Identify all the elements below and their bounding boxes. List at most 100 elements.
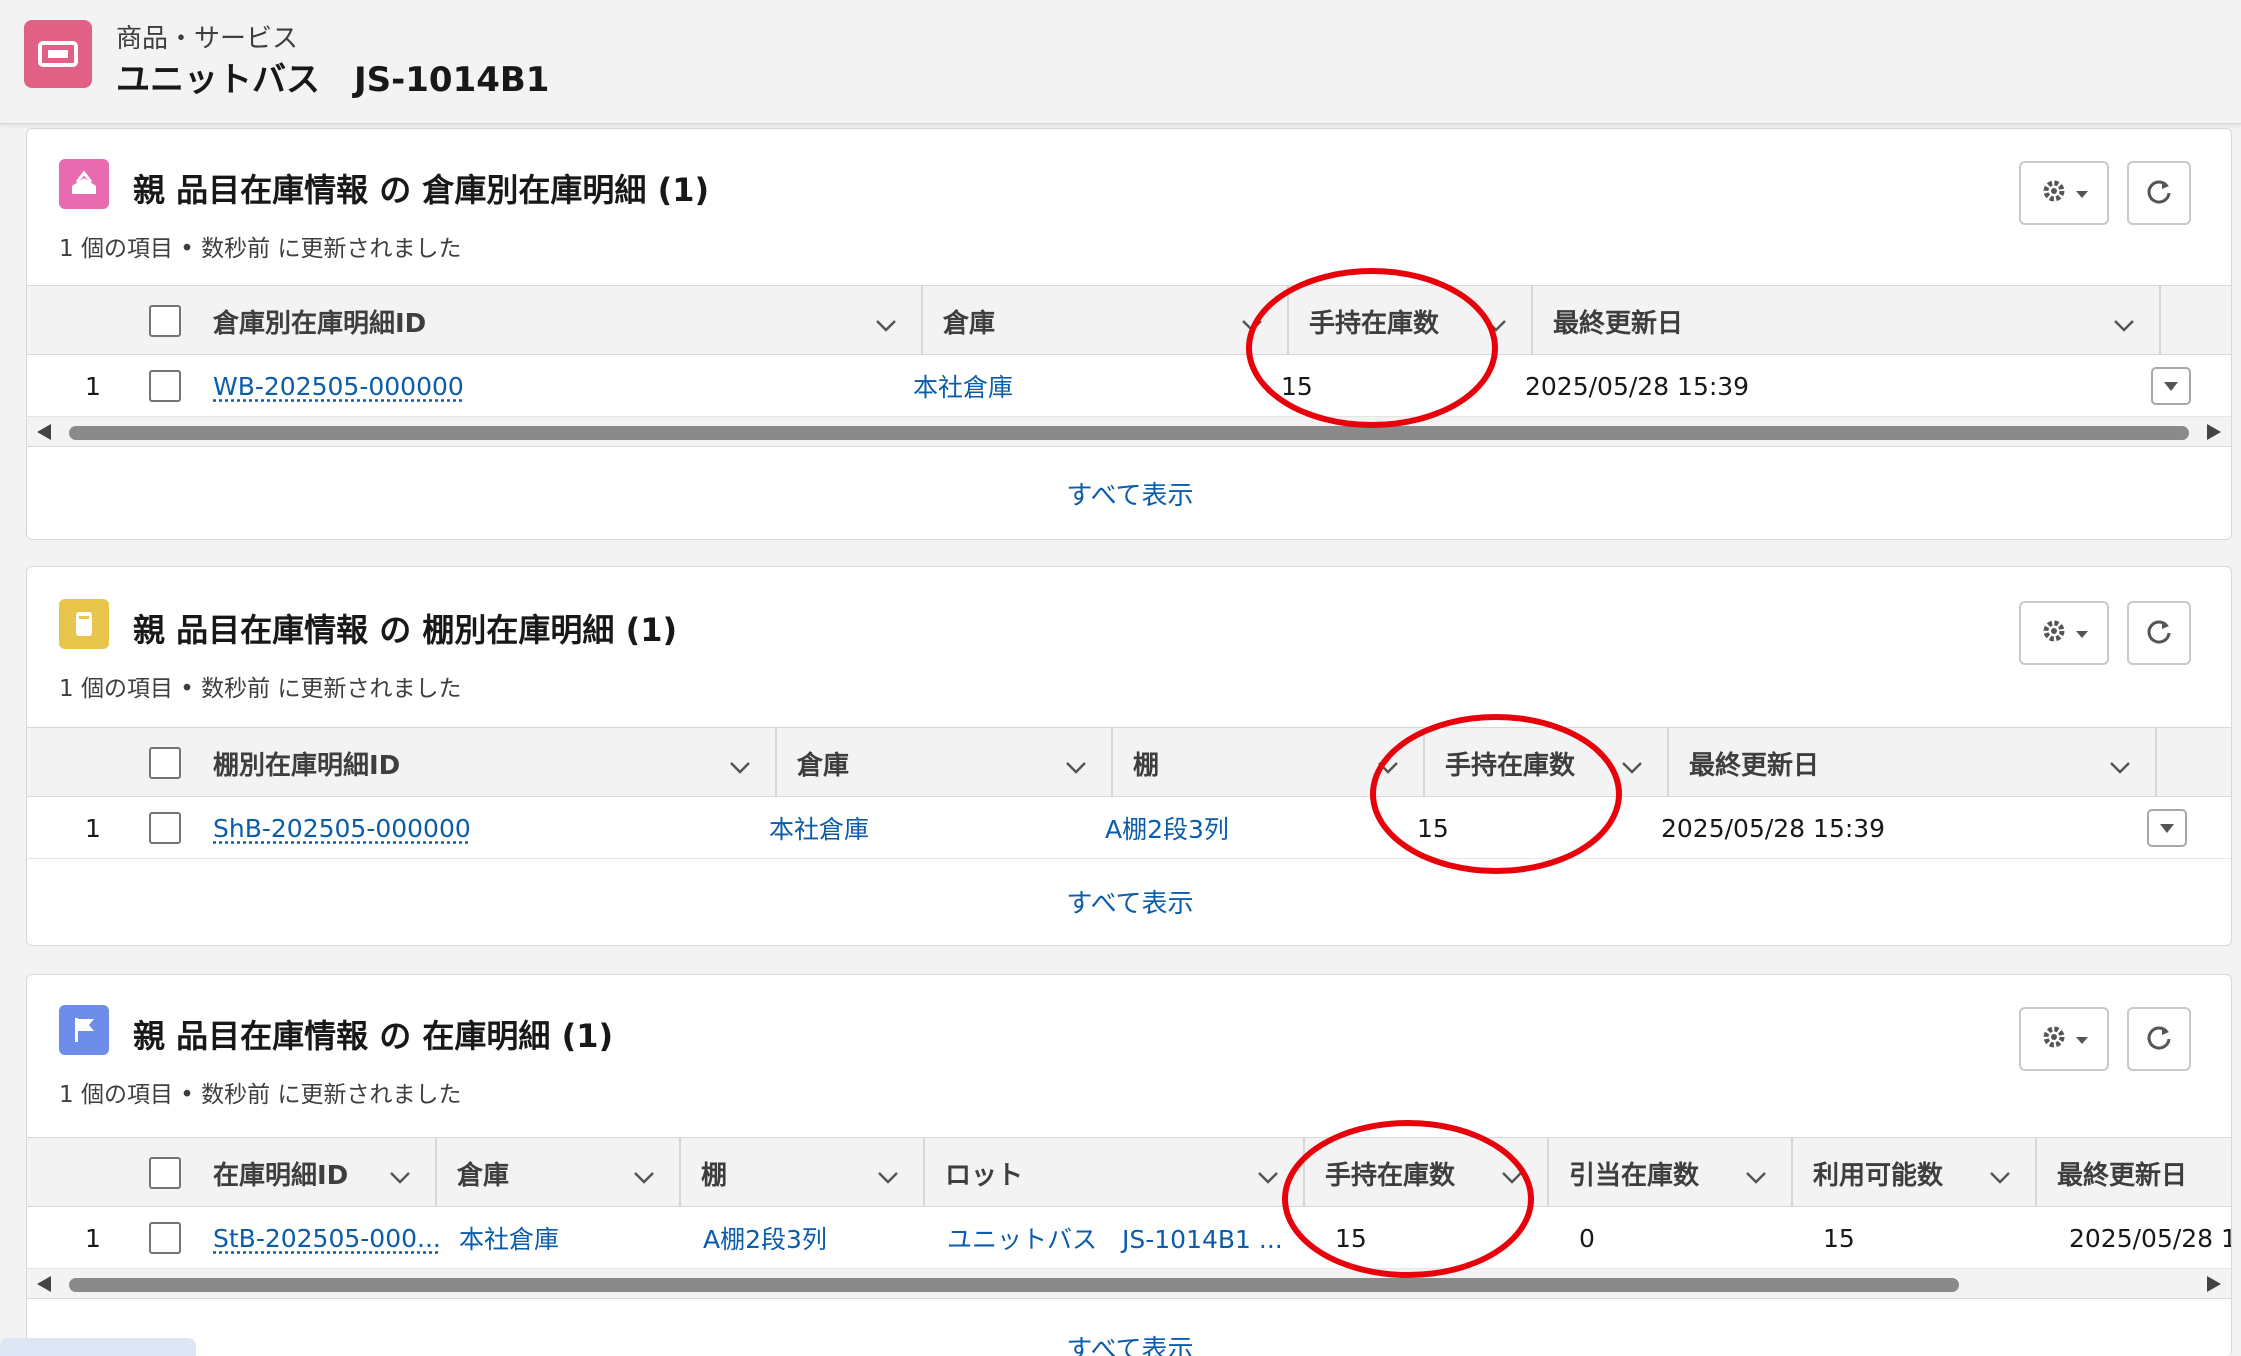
card-subtitle: 1 個の項目 • 数秒前 に更新されました [59,236,462,262]
scroll-right-arrow-icon[interactable] [2207,1276,2221,1292]
scroll-left-arrow-icon[interactable] [37,1276,51,1292]
warehouse-link[interactable]: 本社倉庫 [769,797,869,859]
scroll-right-arrow-icon[interactable] [2207,424,2221,440]
box-icon [59,159,109,209]
shelf-link[interactable]: A棚2段3列 [1105,797,1229,859]
column-header-shelf[interactable]: 棚 [681,1138,925,1208]
horizontal-scrollbar[interactable] [27,417,2231,447]
row-checkbox[interactable] [149,812,181,844]
refresh-icon [2145,177,2173,209]
scrollbar-thumb[interactable] [69,426,2189,440]
list-settings-button[interactable] [2019,1007,2109,1071]
related-list-stock-detail: 親 品目在庫情報 の 在庫明細 (1) 1 個の項目 • 数秒前 に更新されまし… [26,974,2232,1356]
highlight-circle-card1-on-hand [1246,268,1498,428]
table-header: 倉庫別在庫明細ID 倉庫 手持在庫数 最終更新日 [27,285,2231,356]
caret-down-icon [2164,377,2178,396]
chevron-down-icon [1989,1162,2011,1192]
utility-bar-tab[interactable] [0,1338,196,1356]
select-all-checkbox[interactable] [149,305,181,337]
column-header-id[interactable]: 棚別在庫明細ID [193,728,777,798]
scroll-left-arrow-icon[interactable] [37,424,51,440]
warehouse-link[interactable]: 本社倉庫 [459,1207,559,1269]
card-subtitle: 1 個の項目 • 数秒前 に更新されました [59,676,462,702]
column-header-warehouse[interactable]: 倉庫 [923,286,1289,356]
chevron-down-icon [2109,752,2131,782]
column-header-lot[interactable]: ロット [925,1138,1305,1208]
row-number: 1 [85,813,101,843]
table-header: 棚別在庫明細ID 倉庫 棚 手持在庫数 最終更新日 [27,727,2231,798]
table-row: 1 ShB-202505-000000 本社倉庫 A棚2段3列 15 2025/… [27,797,2231,859]
select-all-checkbox[interactable] [149,1157,181,1189]
column-header-warehouse[interactable]: 倉庫 [777,728,1113,798]
column-header-id[interactable]: 在庫明細ID [193,1138,437,1208]
row-checkbox[interactable] [149,1222,181,1254]
row-action-menu[interactable] [2147,809,2187,847]
column-header-id[interactable]: 倉庫別在庫明細ID [193,286,923,356]
column-header-last-modified[interactable]: 最終更新日 [1533,286,2161,356]
column-header-last-modified[interactable]: 最終更新日 [2037,1138,2231,1208]
table-header: 在庫明細ID 倉庫 棚 ロット 手持在庫数 引当在庫数 利用可能数 最終更新日 [27,1137,2231,1208]
chevron-down-icon [2113,310,2135,340]
chevron-down-icon [1745,1162,1767,1192]
lot-link[interactable]: ユニットバス JS-1014B1 ... [947,1207,1283,1269]
shelf-link[interactable]: A棚2段3列 [703,1207,827,1269]
chevron-down-icon [633,1162,655,1192]
list-settings-button[interactable] [2019,601,2109,665]
column-header-warehouse[interactable]: 倉庫 [437,1138,681,1208]
select-all-checkbox[interactable] [149,747,181,779]
allocated-quantity: 0 [1579,1223,1595,1253]
available-quantity: 15 [1823,1223,1855,1253]
row-number: 1 [85,371,101,401]
object-label: 商品・サービス [116,24,299,54]
caret-down-icon [2076,184,2088,203]
card-title[interactable]: 親 品目在庫情報 の 棚別在庫明細 (1) [133,605,677,651]
chevron-down-icon [877,1162,899,1192]
table-row: 1 StB-202505-000... 本社倉庫 A棚2段3列 ユニットバス J… [27,1207,2231,1269]
view-all-link[interactable]: すべて表示 [27,1329,2231,1356]
column-header-available[interactable]: 利用可能数 [1793,1138,2037,1208]
view-all-link[interactable]: すべて表示 [27,475,2231,512]
chevron-down-icon [875,310,897,340]
row-action-menu[interactable] [2151,367,2191,405]
chevron-down-icon [729,752,751,782]
last-modified-date: 2025/05/28 15:39 [1661,813,1886,843]
shelf-icon [59,599,109,649]
scrollbar-thumb[interactable] [69,1278,1959,1292]
gear-icon [2040,177,2068,209]
highlight-circle-card2-on-hand [1370,714,1622,874]
row-number: 1 [85,1223,101,1253]
refresh-button[interactable] [2127,161,2191,225]
record-id-link[interactable]: ShB-202505-000000 [213,797,471,859]
caret-down-icon [2076,1030,2088,1049]
card-subtitle: 1 個の項目 • 数秒前 に更新されました [59,1082,462,1108]
view-all-link[interactable]: すべて表示 [27,883,2231,920]
card-title[interactable]: 親 品目在庫情報 の 倉庫別在庫明細 (1) [133,165,709,211]
caret-down-icon [2076,624,2088,643]
warehouse-link[interactable]: 本社倉庫 [913,355,1013,417]
last-modified-date: 2025/05/28 15: [2069,1223,2231,1253]
refresh-button[interactable] [2127,601,2191,665]
horizontal-scrollbar[interactable] [27,1269,2231,1299]
gear-icon [2040,617,2068,649]
record-id-link[interactable]: StB-202505-000... [213,1207,441,1269]
related-list-warehouse-stock: 親 品目在庫情報 の 倉庫別在庫明細 (1) 1 個の項目 • 数秒前 に更新さ… [26,128,2232,540]
caret-down-icon [2160,819,2174,838]
last-modified-date: 2025/05/28 15:39 [1525,371,1750,401]
record-header: 商品・サービス ユニットバス JS-1014B1 [0,0,2241,124]
refresh-icon [2145,617,2173,649]
list-settings-button[interactable] [2019,161,2109,225]
column-header-last-modified[interactable]: 最終更新日 [1669,728,2157,798]
card-title[interactable]: 親 品目在庫情報 の 在庫明細 (1) [133,1011,613,1057]
flag-icon [59,1005,109,1055]
product-icon [24,20,92,88]
related-list-shelf-stock: 親 品目在庫情報 の 棚別在庫明細 (1) 1 個の項目 • 数秒前 に更新され… [26,566,2232,946]
chevron-down-icon [1257,1162,1279,1192]
row-checkbox[interactable] [149,370,181,402]
refresh-button[interactable] [2127,1007,2191,1071]
chevron-down-icon [1621,752,1643,782]
gear-icon [2040,1023,2068,1055]
refresh-icon [2145,1023,2173,1055]
record-id-link[interactable]: WB-202505-000000 [213,355,464,417]
column-header-allocated[interactable]: 引当在庫数 [1549,1138,1793,1208]
record-title: ユニットバス JS-1014B1 [116,60,550,100]
